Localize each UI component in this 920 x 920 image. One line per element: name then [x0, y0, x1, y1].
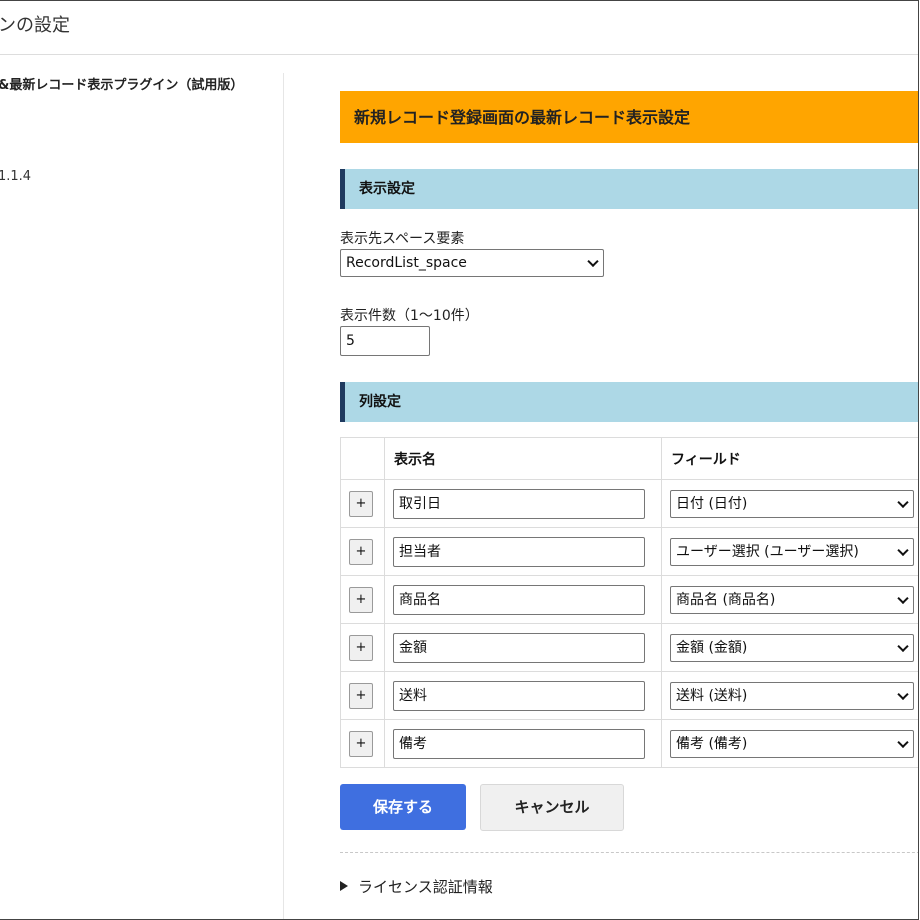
license-info-label: ライセンス認証情報	[358, 878, 493, 896]
add-row-button[interactable]: +	[349, 490, 373, 517]
add-row-button[interactable]: +	[349, 538, 373, 565]
save-button[interactable]: 保存する	[340, 784, 466, 830]
column-settings-table: 表示名 フィールド + 取引日 日付 (日付) + 担当者 ユーザー選択 (ユー…	[340, 437, 918, 768]
display-settings-heading: 表示設定	[340, 169, 918, 209]
space-element-label: 表示先スペース要素	[340, 231, 465, 247]
table-row: + 担当者 ユーザー選択 (ユーザー選択)	[340, 527, 918, 576]
display-name-input[interactable]: 送料	[393, 680, 645, 711]
column-header-display-name: 表示名	[384, 437, 662, 480]
add-row-button[interactable]: +	[349, 634, 373, 661]
display-name-input[interactable]: 商品名	[393, 584, 645, 615]
display-name-input[interactable]: 取引日	[393, 488, 645, 519]
field-select[interactable]: 金額 (金額)	[670, 633, 914, 662]
disclosure-triangle-icon	[340, 881, 348, 891]
column-settings-heading: 列設定	[340, 382, 918, 422]
chevron-down-icon	[897, 592, 909, 604]
display-name-input[interactable]: 備考	[393, 728, 645, 759]
section-divider	[340, 852, 918, 853]
field-select-value: 商品名 (商品名)	[676, 591, 776, 608]
chevron-down-icon	[897, 640, 909, 652]
sidebar-divider	[283, 73, 284, 919]
plugin-name: &最新レコード表示プラグイン（試用版）	[0, 78, 244, 93]
field-select[interactable]: 送料 (送料)	[670, 681, 914, 710]
add-row-button[interactable]: +	[349, 586, 373, 613]
add-row-button[interactable]: +	[349, 682, 373, 709]
plugin-version: 1.1.4	[0, 169, 32, 184]
space-element-select[interactable]: RecordList_space	[340, 249, 604, 277]
chevron-down-icon	[897, 688, 909, 700]
field-select[interactable]: 日付 (日付)	[670, 489, 914, 518]
column-header-action	[340, 437, 385, 480]
display-name-input[interactable]: 金額	[393, 632, 645, 663]
field-select-value: ユーザー選択 (ユーザー選択)	[676, 543, 859, 560]
field-select[interactable]: ユーザー選択 (ユーザー選択)	[670, 537, 914, 566]
add-row-button[interactable]: +	[349, 730, 373, 757]
chevron-down-icon	[897, 496, 909, 508]
plugin-settings-window: ンの設定 &最新レコード表示プラグイン（試用版） 1.1.4 新規レコード登録画…	[0, 0, 919, 920]
settings-banner: 新規レコード登録画面の最新レコード表示設定	[340, 91, 918, 143]
field-select-value: 日付 (日付)	[676, 495, 748, 512]
field-select[interactable]: 商品名 (商品名)	[670, 585, 914, 614]
column-header-field: フィールド	[661, 437, 918, 480]
table-row: + 金額 金額 (金額)	[340, 623, 918, 672]
table-row: + 送料 送料 (送料)	[340, 671, 918, 720]
space-element-value: RecordList_space	[346, 255, 467, 271]
cancel-button[interactable]: キャンセル	[480, 784, 624, 831]
table-row: + 商品名 商品名 (商品名)	[340, 575, 918, 624]
field-select[interactable]: 備考 (備考)	[670, 729, 914, 758]
display-count-input[interactable]: 5	[340, 326, 430, 356]
table-header-row: 表示名 フィールド	[340, 437, 918, 480]
table-row: + 取引日 日付 (日付)	[340, 479, 918, 528]
field-select-value: 送料 (送料)	[676, 687, 748, 704]
license-info-toggle[interactable]: ライセンス認証情報	[340, 876, 493, 897]
field-select-value: 金額 (金額)	[676, 639, 748, 656]
field-select-value: 備考 (備考)	[676, 735, 748, 752]
display-name-input[interactable]: 担当者	[393, 536, 645, 567]
chevron-down-icon	[587, 255, 599, 268]
display-count-label: 表示件数（1〜10件）	[340, 308, 479, 324]
page-title: ンの設定	[0, 15, 70, 36]
title-divider	[0, 54, 918, 55]
chevron-down-icon	[897, 736, 909, 748]
table-row: + 備考 備考 (備考)	[340, 719, 918, 768]
chevron-down-icon	[897, 544, 909, 556]
